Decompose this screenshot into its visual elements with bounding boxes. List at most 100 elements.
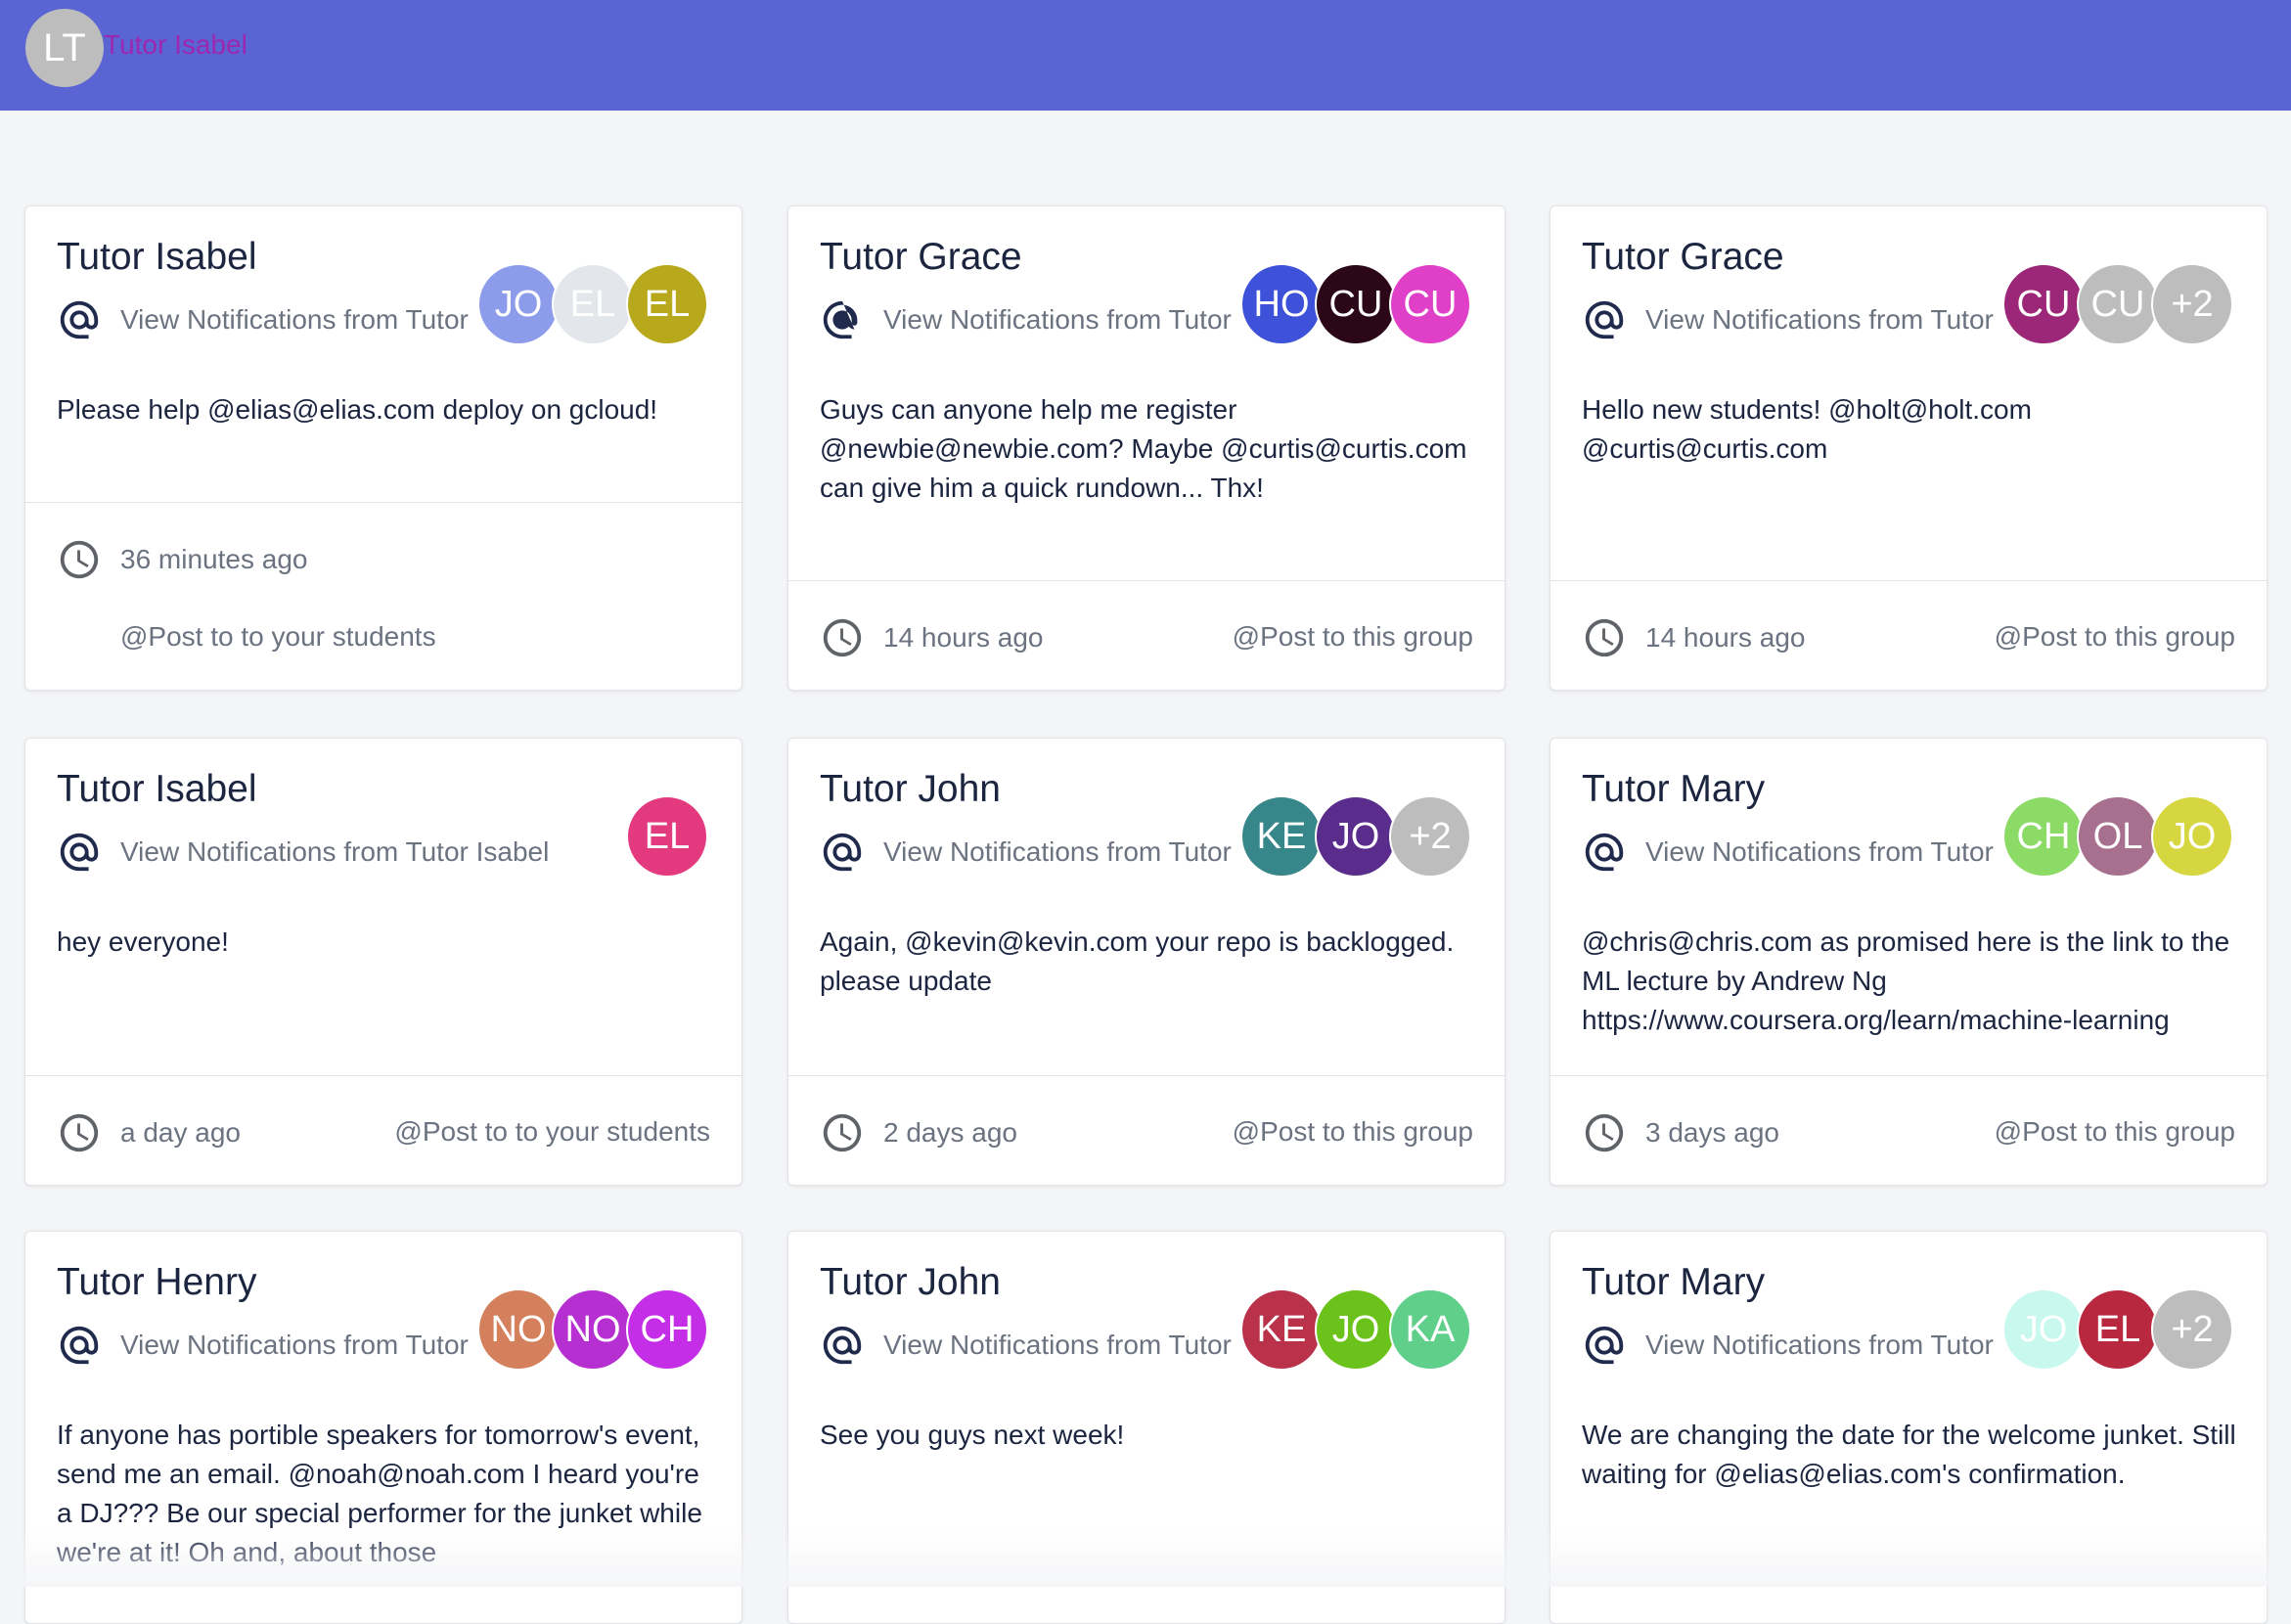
card-message: @chris@chris.com as promised here is the… bbox=[1582, 926, 2230, 1035]
time-text: 36 minutes ago bbox=[120, 544, 308, 574]
recipient-avatar[interactable]: CU bbox=[2077, 263, 2159, 345]
post-to-group-link[interactable]: @Post to this group bbox=[1233, 1116, 1473, 1148]
recipient-avatar[interactable]: JO bbox=[477, 263, 560, 345]
time-text: 14 hours ago bbox=[1645, 622, 1806, 653]
card-subtitle: View Notifications from Tutor bbox=[120, 304, 469, 335]
card-title: Tutor Isabel bbox=[57, 236, 257, 278]
notification-card: Tutor Grace View Notifications from Tuto… bbox=[787, 205, 1505, 691]
card-title: Tutor John bbox=[820, 1261, 1001, 1303]
notification-card: Tutor Isabel View Notifications from Tut… bbox=[24, 205, 742, 691]
recipient-avatar[interactable]: CH bbox=[626, 1288, 708, 1371]
card-timestamp: 3 days ago bbox=[1582, 1110, 1779, 1155]
view-notifications-link[interactable]: View Notifications from Tutor bbox=[820, 829, 1232, 876]
card-timestamp: a day ago bbox=[57, 1110, 241, 1155]
card-divider bbox=[1550, 580, 2267, 581]
notification-card: Tutor Isabel View Notifications from Tut… bbox=[24, 738, 742, 1186]
clock-icon bbox=[1585, 618, 1624, 657]
view-notifications-link[interactable]: View Notifications from Tutor bbox=[57, 1322, 469, 1369]
card-message: Again, @kevin@kevin.com your repo is bac… bbox=[820, 926, 1455, 996]
card-subtitle: View Notifications from Tutor bbox=[883, 1330, 1232, 1360]
recipient-avatar[interactable]: EL bbox=[2077, 1288, 2159, 1371]
more-recipients-badge[interactable]: +2 bbox=[1389, 795, 1471, 878]
recipient-avatar[interactable]: KE bbox=[1240, 795, 1323, 878]
view-notifications-link[interactable]: View Notifications from Tutor bbox=[57, 296, 469, 343]
at-sign-icon bbox=[60, 833, 99, 872]
recipient-avatar[interactable]: EL bbox=[626, 263, 708, 345]
recipient-avatar[interactable]: JO bbox=[1315, 795, 1397, 878]
card-timestamp: 2 days ago bbox=[820, 1110, 1017, 1155]
notification-card: Tutor John View Notifications from Tutor… bbox=[787, 1231, 1505, 1624]
clock-icon bbox=[823, 618, 862, 657]
recipient-avatars: JO EL EL bbox=[477, 263, 708, 345]
card-divider bbox=[788, 1075, 1505, 1076]
notification-card: Tutor John View Notifications from Tutor… bbox=[787, 738, 1505, 1186]
card-divider bbox=[25, 1075, 741, 1076]
recipient-avatar[interactable]: EL bbox=[552, 263, 634, 345]
clock-icon bbox=[823, 1113, 862, 1152]
recipient-avatars: HO CU CU bbox=[1240, 263, 1471, 345]
notification-card: Tutor Henry View Notifications from Tuto… bbox=[24, 1231, 742, 1624]
recipient-avatar[interactable]: EL bbox=[626, 795, 708, 878]
card-title: Tutor John bbox=[820, 768, 1001, 810]
view-notifications-link[interactable]: View Notifications from Tutor bbox=[1582, 829, 1994, 876]
notification-card: Tutor Mary View Notifications from Tutor… bbox=[1550, 1231, 2268, 1624]
post-to-students-link[interactable]: @Post to to your students bbox=[394, 1116, 710, 1148]
post-to-students-link[interactable]: @Post to to your students bbox=[120, 621, 436, 653]
card-subtitle: View Notifications from Tutor bbox=[1645, 836, 1994, 867]
card-message: We are changing the date for the welcome… bbox=[1582, 1420, 2236, 1489]
top-app-bar: LT Tutor Isabel bbox=[0, 0, 2291, 111]
at-sign-icon bbox=[823, 833, 862, 872]
view-notifications-link[interactable]: View Notifications from Tutor bbox=[820, 296, 1232, 343]
view-notifications-link[interactable]: View Notifications from Tutor bbox=[1582, 1322, 1994, 1369]
clock-icon bbox=[1585, 1113, 1624, 1152]
recipient-avatars: KE JO KA bbox=[1240, 1288, 1471, 1371]
post-to-group-link[interactable]: @Post to this group bbox=[1995, 621, 2235, 653]
recipient-avatar[interactable]: NO bbox=[552, 1288, 634, 1371]
notification-card: Tutor Mary View Notifications from Tutor… bbox=[1550, 738, 2268, 1186]
card-message: If anyone has portible speakers for tomo… bbox=[57, 1420, 702, 1567]
more-recipients-badge[interactable]: +2 bbox=[2151, 263, 2233, 345]
card-message: Hello new students! @holt@holt.com @curt… bbox=[1582, 394, 2032, 464]
card-title: Tutor Grace bbox=[1582, 236, 1784, 278]
at-sign-icon bbox=[1585, 300, 1624, 339]
recipient-avatar[interactable]: CU bbox=[1315, 263, 1397, 345]
post-to-group-link[interactable]: @Post to this group bbox=[1233, 621, 1473, 653]
card-divider bbox=[1550, 1075, 2267, 1076]
recipient-avatar[interactable]: JO bbox=[1315, 1288, 1397, 1371]
card-timestamp: 36 minutes ago bbox=[57, 537, 307, 582]
card-message: Guys can anyone help me register @newbie… bbox=[820, 394, 1467, 503]
notification-card: Tutor Grace View Notifications from Tuto… bbox=[1550, 205, 2268, 691]
card-timestamp: 14 hours ago bbox=[820, 615, 1043, 660]
card-timestamp: 14 hours ago bbox=[1582, 615, 1805, 660]
card-divider bbox=[788, 580, 1505, 581]
card-message: Please help @elias@elias.com deploy on g… bbox=[57, 394, 658, 425]
current-user-avatar[interactable]: LT bbox=[25, 9, 104, 87]
at-sign-icon bbox=[1585, 833, 1624, 872]
card-subtitle: View Notifications from Tutor bbox=[120, 1330, 469, 1360]
recipient-avatar[interactable]: OL bbox=[2077, 795, 2159, 878]
current-user-name-link[interactable]: Tutor Isabel bbox=[104, 29, 247, 61]
post-to-group-link[interactable]: @Post to this group bbox=[1995, 1116, 2235, 1148]
card-title: Tutor Isabel bbox=[57, 768, 257, 810]
at-sign-icon bbox=[823, 1326, 862, 1365]
at-sign-icon bbox=[60, 1326, 99, 1365]
view-notifications-link[interactable]: View Notifications from Tutor bbox=[1582, 296, 1994, 343]
at-sign-icon bbox=[60, 300, 99, 339]
view-notifications-link[interactable]: View Notifications from Tutor Isabel bbox=[57, 829, 549, 876]
recipient-avatar[interactable]: HO bbox=[1240, 263, 1323, 345]
view-notifications-link[interactable]: View Notifications from Tutor bbox=[820, 1322, 1232, 1369]
recipient-avatar[interactable]: CH bbox=[2002, 795, 2085, 878]
recipient-avatar[interactable]: JO bbox=[2002, 1288, 2085, 1371]
time-text: 14 hours ago bbox=[883, 622, 1044, 653]
recipient-avatar[interactable]: CU bbox=[2002, 263, 2085, 345]
recipient-avatars: JO EL +2 bbox=[2002, 1288, 2233, 1371]
recipient-avatar[interactable]: KA bbox=[1389, 1288, 1471, 1371]
recipient-avatar[interactable]: JO bbox=[2151, 795, 2233, 878]
recipient-avatar[interactable]: NO bbox=[477, 1288, 560, 1371]
more-recipients-badge[interactable]: +2 bbox=[2151, 1288, 2233, 1371]
recipient-avatar[interactable]: KE bbox=[1240, 1288, 1323, 1371]
recipient-avatar[interactable]: CU bbox=[1389, 263, 1471, 345]
card-title: Tutor Mary bbox=[1582, 768, 1766, 810]
card-title: Tutor Grace bbox=[820, 236, 1022, 278]
recipient-avatars: KE JO +2 bbox=[1240, 795, 1471, 878]
